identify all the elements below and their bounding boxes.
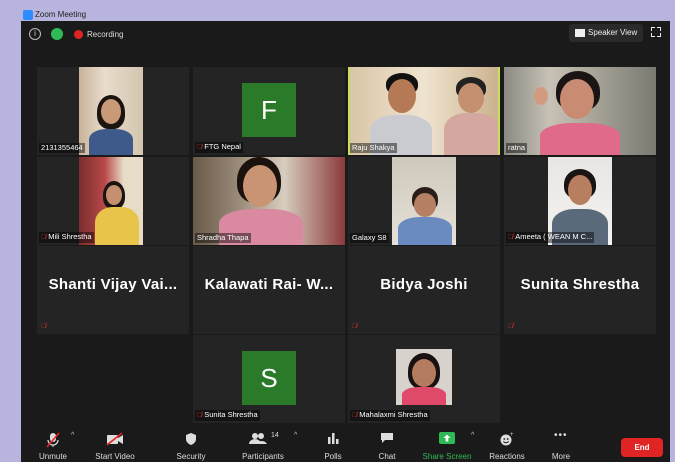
participant-tile[interactable]: ratna (504, 67, 656, 155)
polls-label: Polls (324, 452, 342, 461)
recording-icon (74, 30, 83, 39)
participant-name: Galaxy S8 (350, 233, 389, 243)
muted-mic-icon: 🎙̸ (197, 412, 203, 419)
participant-name-muted: 🎙̸ (350, 321, 361, 332)
svg-text:+: + (510, 432, 514, 438)
window-title: Zoom Meeting (35, 10, 87, 19)
participant-big-name: Kalawati Rai- W... (204, 276, 334, 293)
participant-name: 🎙̸ Mili Shrestha (39, 232, 94, 243)
reactions-button[interactable]: + Reactions (485, 428, 529, 462)
participants-icon (249, 433, 267, 444)
reactions-label: Reactions (489, 452, 525, 461)
participant-video (350, 67, 498, 155)
info-icon[interactable]: i (29, 28, 41, 40)
security-button[interactable]: Security (169, 428, 213, 462)
speaker-view-label: Speaker View (588, 28, 638, 37)
muted-mic-icon: 🎙̸ (352, 323, 358, 330)
participants-button[interactable]: 14 Participants (235, 428, 291, 462)
fullscreen-icon[interactable] (651, 27, 661, 37)
muted-mic-icon: 🎙̸ (197, 144, 203, 151)
participant-tile[interactable]: 2131355464 (37, 67, 189, 155)
chat-label: Chat (378, 452, 396, 461)
more-label: More (551, 452, 571, 461)
share-screen-label: Share Screen (422, 452, 472, 461)
participants-label: Participants (242, 452, 284, 461)
share-options-caret-icon[interactable]: ^ (471, 432, 474, 439)
audio-options-caret-icon[interactable]: ^ (71, 432, 74, 439)
participant-avatar: S (242, 351, 296, 405)
participant-video (396, 349, 452, 405)
participant-video (79, 67, 143, 155)
chat-button[interactable]: Chat (367, 428, 407, 462)
participant-name: Raju Shakya (350, 143, 397, 153)
grid-icon (575, 29, 585, 37)
end-meeting-button[interactable]: End (621, 438, 663, 457)
participant-tile-active-speaker[interactable]: Raju Shakya (348, 67, 500, 155)
share-screen-button[interactable]: Share Screen (419, 428, 475, 462)
participant-video (504, 67, 656, 155)
muted-mic-icon: 🎙̸ (41, 323, 47, 330)
start-video-button[interactable]: Start Video (91, 428, 139, 462)
participant-tile[interactable]: 🎙̸ Mili Shrestha (37, 157, 189, 245)
reactions-icon: + (500, 432, 514, 446)
muted-mic-icon (46, 432, 60, 448)
participant-big-name: Sunita Shrestha (520, 276, 640, 293)
participants-options-caret-icon[interactable]: ^ (294, 432, 297, 439)
participant-tile[interactable]: Shanti Vijay Vai... 🎙̸ (37, 246, 189, 334)
participant-name: 🎙̸ FTG Nepal (195, 142, 243, 153)
muted-mic-icon: 🎙̸ (41, 234, 47, 241)
muted-mic-icon: 🎙̸ (508, 234, 514, 241)
chat-icon (381, 433, 393, 443)
participant-big-name: Bidya Joshi (380, 276, 468, 293)
recording-label: Recording (87, 30, 124, 39)
participant-name-muted: 🎙̸ (39, 321, 50, 332)
participant-name: Shradha Thapa (195, 233, 251, 243)
participant-tile[interactable]: Bidya Joshi 🎙̸ (348, 246, 500, 334)
meeting-top-bar: i Recording Speaker View (21, 21, 670, 47)
meeting-window: i Recording Speaker View 2131355464 F 🎙̸… (21, 21, 670, 462)
participant-big-name: Shanti Vijay Vai... (48, 276, 178, 293)
participant-video (193, 157, 345, 245)
meeting-toolbar: Unmute ^ Start Video Security 14 Partici… (21, 426, 670, 462)
more-dots-icon: ••• (554, 430, 568, 441)
participant-name: 2131355464 (39, 143, 85, 153)
muted-mic-icon: 🎙̸ (352, 412, 358, 419)
participant-tile[interactable]: Shradha Thapa (193, 157, 345, 245)
participant-avatar: F (242, 83, 296, 137)
polls-button[interactable]: Polls (313, 428, 353, 462)
security-label: Security (176, 452, 206, 461)
title-bar: Zoom Meeting (0, 0, 675, 21)
participant-tile[interactable]: Kalawati Rai- W... (193, 246, 345, 334)
participant-name: ratna (506, 143, 528, 153)
encryption-shield-icon[interactable] (51, 28, 63, 40)
polls-icon (328, 433, 339, 444)
muted-mic-icon: 🎙̸ (508, 323, 514, 330)
participant-name-muted: 🎙̸ (506, 321, 517, 332)
participant-tile[interactable]: S 🎙̸ Sunita Shrestha (193, 335, 345, 423)
participant-name: 🎙̸ Sunita Shrestha (195, 410, 260, 421)
zoom-logo-icon (23, 10, 33, 20)
unmute-button[interactable]: Unmute (31, 428, 75, 462)
participant-tile[interactable]: F 🎙̸ FTG Nepal (193, 67, 345, 155)
participant-name: 🎙̸ Mahalaxmi Shrestha (350, 410, 430, 421)
participants-count: 14 (271, 432, 279, 439)
security-shield-icon (186, 433, 196, 445)
unmute-label: Unmute (38, 452, 67, 461)
video-off-icon (106, 432, 123, 446)
more-button[interactable]: ••• More (541, 428, 581, 462)
participant-name: 🎙̸ Ameeta ( WEAN M C... (506, 232, 595, 243)
participant-tile[interactable]: 🎙̸ Mahalaxmi Shrestha (348, 335, 500, 423)
start-video-label: Start Video (95, 452, 135, 461)
participant-tile[interactable]: Galaxy S8 (348, 157, 500, 245)
participant-tile[interactable]: 🎙̸ Ameeta ( WEAN M C... (504, 157, 656, 245)
participant-video (392, 157, 456, 245)
speaker-view-button[interactable]: Speaker View (569, 24, 643, 42)
participant-tile[interactable]: Sunita Shrestha 🎙̸ (504, 246, 656, 334)
share-screen-icon (439, 432, 455, 444)
